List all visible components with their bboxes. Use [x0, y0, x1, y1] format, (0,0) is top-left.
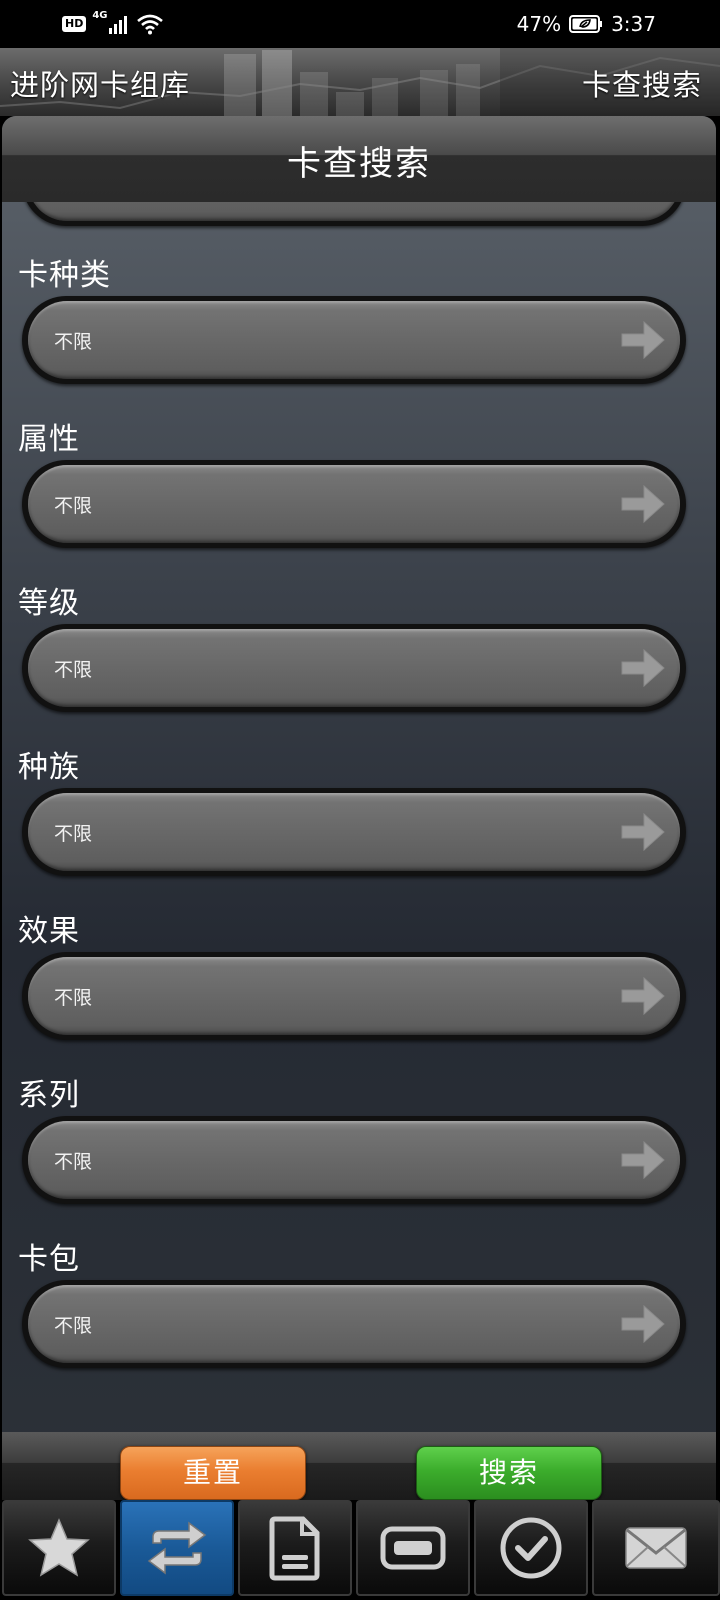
star-icon: [28, 1518, 90, 1577]
arrow-right-icon: [621, 976, 665, 1016]
action-bar: 重置 搜索: [2, 1432, 716, 1500]
select-pill: [28, 301, 680, 379]
status-left: HD 4G: [62, 10, 164, 36]
select-pill: [28, 629, 680, 707]
tab-check[interactable]: [474, 1500, 588, 1596]
card-icon: [380, 1526, 446, 1570]
filter-label: 等级: [18, 586, 80, 621]
panel-title: 卡查搜索: [287, 144, 431, 184]
battery-icon: [569, 15, 603, 33]
network-type: 4G: [92, 10, 108, 21]
panel-titlebar: 卡查搜索: [2, 116, 716, 202]
clock: 3:37: [611, 12, 656, 36]
select-card-pack[interactable]: 不限: [22, 1280, 686, 1368]
select-value: 不限: [54, 495, 93, 517]
select-race[interactable]: 不限: [22, 788, 686, 876]
arrow-right-icon: [621, 1140, 665, 1180]
select-pill: [28, 1121, 680, 1199]
select-pill: [28, 202, 680, 221]
arrow-right-icon: [621, 320, 665, 360]
header-search-link[interactable]: 卡查搜索: [582, 62, 702, 104]
filter-label: 效果: [18, 914, 80, 949]
select-value: 不限: [54, 987, 93, 1009]
filter-label: 卡种类: [18, 258, 111, 293]
arrow-right-icon: [621, 812, 665, 852]
select-value: 不限: [54, 659, 93, 681]
check-circle-icon: [500, 1517, 562, 1579]
select-pill: [28, 465, 680, 543]
status-bar: HD 4G 47% 3:37: [0, 0, 720, 48]
filter-label: 种族: [18, 750, 80, 785]
swap-icon: [147, 1521, 207, 1575]
bottom-tab-bar: [0, 1500, 720, 1600]
tab-cards[interactable]: [356, 1500, 470, 1596]
select-level[interactable]: 不限: [22, 624, 686, 712]
filter-label: 系列: [18, 1078, 80, 1113]
select-pill: [28, 957, 680, 1035]
app-header: 进阶网卡组库 卡查搜索: [0, 48, 720, 116]
panel-body: 卡查搜索 卡种类 不限 属性 不限 等级 不限 种族 不限 效果 不限 系列 不…: [2, 116, 716, 1500]
filter-label: 属性: [18, 422, 80, 457]
select-value: 不限: [54, 823, 93, 845]
select-value: 不限: [54, 1151, 93, 1173]
app-title: 进阶网卡组库: [10, 68, 191, 102]
tab-card-search[interactable]: [120, 1500, 234, 1596]
arrow-right-icon: [621, 1304, 665, 1344]
select-card-type[interactable]: 不限: [22, 296, 686, 384]
battery-percent: 47%: [516, 12, 562, 36]
tab-decklist[interactable]: [238, 1500, 352, 1596]
arrow-right-icon: [621, 648, 665, 688]
select-pill: [28, 793, 680, 871]
search-button[interactable]: 搜索: [416, 1446, 602, 1500]
select-pill: [28, 1285, 680, 1363]
search-panel: 卡查搜索 卡种类 不限 属性 不限 等级 不限 种族 不限 效果 不限 系列 不…: [0, 116, 720, 1500]
select-effect[interactable]: 不限: [22, 952, 686, 1040]
tab-messages[interactable]: [592, 1500, 720, 1596]
status-right: 47% 3:37: [517, 8, 656, 40]
reset-button[interactable]: 重置: [120, 1446, 306, 1500]
select-series[interactable]: 不限: [22, 1116, 686, 1204]
arrow-right-icon: [621, 484, 665, 524]
document-icon: [269, 1516, 320, 1581]
select-value: 不限: [54, 1315, 93, 1337]
select-attribute[interactable]: 不限: [22, 460, 686, 548]
mail-icon: [625, 1527, 687, 1569]
select-value: 不限: [54, 331, 93, 353]
filter-list[interactable]: 卡种类 不限 属性 不限 等级 不限 种族 不限 效果 不限 系列 不限 卡包 …: [2, 202, 716, 1432]
tab-favorites[interactable]: [2, 1500, 116, 1596]
signal-icon: [108, 16, 127, 34]
hd-badge: HD: [62, 16, 87, 32]
select-field-clipped[interactable]: [22, 202, 686, 226]
filter-label: 卡包: [18, 1242, 80, 1277]
wifi-icon: [136, 14, 163, 35]
